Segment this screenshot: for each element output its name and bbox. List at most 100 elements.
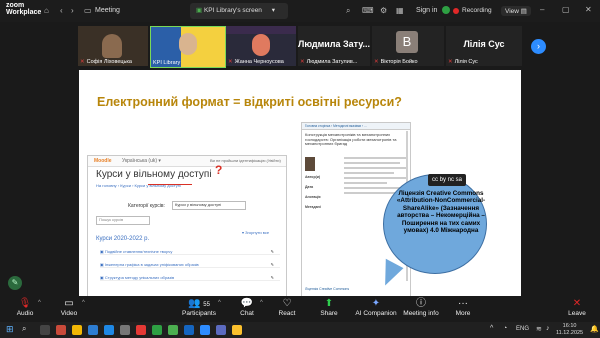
close-icon[interactable]: ✕ — [585, 5, 592, 14]
document-thumbnail — [305, 157, 315, 171]
annotation-underline — [148, 184, 192, 185]
enrol-icon: ✎ — [270, 262, 274, 267]
leave-icon: ✕ — [572, 298, 582, 309]
app-icon[interactable] — [88, 325, 98, 335]
network-icon[interactable]: ◔ — [503, 325, 507, 332]
recording-dot-icon — [453, 8, 459, 14]
sign-in-link[interactable]: Sign in — [416, 7, 437, 14]
grid-view-icon: ▤ — [520, 8, 527, 15]
language-menu: Українська (uk) ▾ — [122, 158, 161, 164]
app-icon[interactable] — [152, 325, 162, 335]
settings-icon[interactable]: ⚙ — [380, 6, 387, 15]
chevron-up-icon[interactable]: ^ — [38, 300, 41, 306]
participant-big-name: Лілія Сус — [463, 39, 505, 49]
view-button[interactable]: View ▤ — [501, 6, 531, 16]
course-title: Інженерна графіка в задачах уніфікованих… — [104, 262, 199, 267]
video-camera-icon: ▭ — [84, 6, 92, 15]
more-button[interactable]: ··· More — [442, 296, 484, 317]
video-tile[interactable]: B ✕ Вікторія Бойко — [372, 26, 444, 66]
repo-title: Конструкція механотроніків та механотрон… — [305, 132, 397, 147]
app-icon[interactable] — [232, 325, 242, 335]
field-label: Анотація — [305, 195, 321, 199]
muted-mic-icon: ✕ — [300, 59, 305, 65]
muted-mic-icon: ✕ — [80, 59, 85, 65]
video-tile[interactable]: KPI Library — [150, 26, 226, 68]
video-tile[interactable]: ✕ Софія Ліховецька — [78, 26, 148, 66]
minimize-icon[interactable]: – — [540, 5, 544, 14]
muted-mic-icon: ✕ — [448, 59, 453, 65]
chevron-up-icon[interactable]: ^ — [260, 300, 263, 306]
wifi-icon[interactable]: ≋ — [536, 325, 542, 333]
task-view-icon[interactable] — [40, 325, 50, 335]
participants-count: 55 — [203, 302, 210, 308]
field-label: Дата — [305, 185, 314, 189]
participants-label: Participants — [182, 310, 216, 317]
zoom-taskbar-icon[interactable] — [200, 325, 210, 335]
moodle-screenshot: Moodle Українська (uk) ▾ Ви не пройшли і… — [87, 155, 287, 296]
ai-sparkle-icon: ✦ — [371, 298, 381, 309]
app-icon[interactable] — [168, 325, 178, 335]
app-icon[interactable] — [104, 325, 114, 335]
participants-icon: 👥 55 — [188, 298, 210, 309]
app-icon[interactable] — [56, 325, 66, 335]
forward-arrow-icon[interactable]: › — [71, 6, 74, 15]
zoom-logo: zoom Workplace — [6, 2, 42, 16]
video-tile[interactable]: Людмила Зату... ✕ Людмила Затулив... — [298, 26, 370, 66]
view-label: View — [505, 8, 519, 15]
app-icon[interactable] — [184, 325, 194, 335]
search-icon[interactable]: ⌕ — [22, 324, 26, 334]
info-icon: ⓘ — [416, 298, 426, 309]
meeting-info-button[interactable]: ⓘ Meeting info — [398, 296, 444, 317]
leave-button[interactable]: ✕ Leave — [556, 296, 598, 317]
back-arrow-icon[interactable]: ‹ — [60, 6, 63, 15]
leave-label: Leave — [568, 310, 586, 317]
video-tile[interactable]: ✕ Жанна Черноусова — [226, 26, 296, 66]
moodle-logo: Moodle — [94, 158, 112, 164]
app-icon[interactable] — [216, 325, 226, 335]
security-shield-icon[interactable] — [442, 6, 450, 14]
participant-gallery: ✕ Софія Ліховецька KPI Library ✕ Жанна Чер… — [0, 22, 600, 70]
ai-companion-button[interactable]: ✦ AI Companion — [352, 296, 400, 317]
participants-button[interactable]: 👥 55 Participants — [176, 296, 222, 317]
next-page-arrow-icon[interactable]: › — [531, 39, 546, 54]
file-explorer-icon[interactable] — [72, 325, 82, 335]
chevron-up-icon[interactable]: ^ — [82, 300, 85, 306]
participant-initial-avatar: B — [396, 31, 418, 53]
course-row: ▣ Структура методу унікальних образів ✎ — [100, 275, 280, 281]
chevron-up-icon[interactable]: ^ — [218, 300, 221, 306]
recording-indicator[interactable]: Recording — [462, 7, 492, 14]
home-icon[interactable]: ⌂ — [44, 6, 49, 15]
app-icon[interactable] — [120, 325, 130, 335]
virtual-background — [226, 26, 296, 34]
search-icon[interactable]: ⌕ — [346, 6, 350, 16]
course-search-input: Пошук курсів — [96, 216, 150, 225]
meeting-toolbar: 🎙 Audio ^ ▭ Video ^ 👥 55 Participants ^ … — [0, 296, 600, 322]
annotation-pen-icon[interactable]: ✎ — [8, 276, 22, 290]
tray-chevron-icon[interactable]: ^ — [490, 325, 493, 332]
collapse-all-link: ▾ Згорнути все — [242, 230, 270, 235]
field-label: Метадані — [305, 205, 321, 209]
handwritten-question-mark: ? — [215, 163, 223, 177]
react-button[interactable]: ♡ React — [266, 296, 308, 317]
app-icon[interactable] — [136, 325, 146, 335]
windows-start-icon[interactable]: ⊞ — [6, 324, 14, 335]
notification-bell-icon[interactable]: 🔔 — [590, 325, 599, 333]
language-indicator[interactable]: ENG — [516, 326, 529, 332]
clock[interactable]: 16:10 11.12.2025 — [556, 323, 583, 336]
participant-name: KPI Library — [153, 60, 181, 66]
heart-react-icon: ♡ — [282, 298, 292, 309]
windows-taskbar: ⊞ ⌕ ^ ◔ ENG ≋ ♪ 16:10 11.12.2025 🔔 — [0, 322, 600, 338]
chat-label: Chat — [240, 310, 254, 317]
video-tile[interactable]: Лілія Сус ✕ Лілія Сус — [446, 26, 522, 66]
screen-share-tab[interactable]: ▣ KPI Library's screen ▾ — [190, 3, 288, 19]
apps-icon[interactable]: ▦ — [396, 6, 404, 15]
participant-big-name: Людмила Зату... — [298, 39, 370, 49]
screen-tab-label: KPI Library's screen — [203, 7, 262, 14]
volume-icon[interactable]: ♪ — [546, 325, 550, 332]
maximize-icon[interactable]: ▢ — [562, 5, 570, 14]
video-label: Video — [60, 310, 78, 317]
keyboard-icon[interactable]: ⌨ — [362, 6, 374, 15]
participant-name: Вікторія Бойко — [380, 59, 418, 65]
share-button[interactable]: ⬆ Share — [308, 296, 350, 317]
audio-label: Audio — [16, 310, 34, 317]
